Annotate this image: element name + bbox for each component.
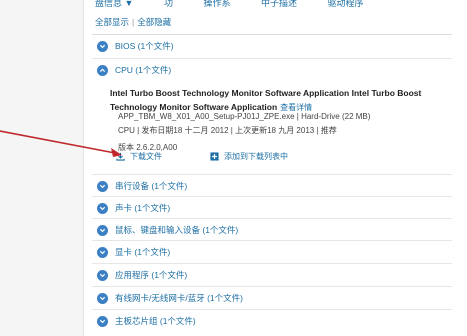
- add-to-download-list-button[interactable]: 添加到下载列表中: [210, 151, 288, 162]
- download-icon: [116, 152, 125, 161]
- category-row-network[interactable]: 有线网卡/无线网卡/蓝牙 (1个文件): [92, 286, 452, 309]
- plus-box-icon: [210, 152, 219, 161]
- file-title: Intel Turbo Boost Technology Monitor Sof…: [110, 86, 435, 115]
- show-all-link[interactable]: 全部显示: [95, 17, 129, 27]
- chevron-down-icon[interactable]: [97, 180, 108, 192]
- category-label[interactable]: 声卡 (1个文件): [115, 202, 170, 214]
- category-row-chipset[interactable]: 主板芯片组 (1个文件): [92, 309, 452, 332]
- driver-list-panel: 盘信息 ▼ 功 操作系 中子描述 驱动程序 全部显示 | 全部隐藏 BIOS (1个…: [83, 0, 456, 336]
- header-link[interactable]: 中子描述: [261, 0, 297, 8]
- chevron-down-icon[interactable]: [97, 315, 108, 327]
- view-details-link[interactable]: 查看详情: [280, 103, 312, 112]
- category-row-applications[interactable]: 应用程序 (1个文件): [92, 263, 452, 286]
- separator: |: [132, 17, 135, 27]
- category-label[interactable]: CPU (1个文件): [115, 64, 171, 76]
- chevron-down-icon[interactable]: [97, 246, 108, 258]
- page-left-margin: [0, 0, 83, 336]
- expand-controls: 全部显示 | 全部隐藏: [95, 16, 171, 28]
- chevron-down-icon[interactable]: [97, 202, 108, 214]
- category-row-bios[interactable]: BIOS (1个文件): [92, 34, 452, 57]
- file-name-line: APP_TBM_W8_X01_A00_Setup-PJ01J_ZPE.exe |…: [118, 112, 371, 121]
- category-label[interactable]: BIOS (1个文件): [115, 40, 174, 52]
- file-info-line: CPU | 发布日期18 十二月 2012 | 上次更新18 九月 2013 |…: [118, 126, 337, 135]
- clipped-header-links: 盘信息 ▼ 功 操作系 中子描述 驱动程序: [95, 0, 392, 8]
- category-label[interactable]: 主板芯片组 (1个文件): [115, 315, 196, 327]
- chevron-down-icon[interactable]: [97, 224, 108, 236]
- chevron-down-icon[interactable]: [97, 40, 108, 52]
- category-label[interactable]: 有线网卡/无线网卡/蓝牙 (1个文件): [115, 292, 243, 304]
- category-row-sound[interactable]: 声卡 (1个文件): [92, 196, 452, 219]
- category-label[interactable]: 应用程序 (1个文件): [115, 269, 187, 281]
- category-label[interactable]: 串行设备 (1个文件): [115, 180, 187, 192]
- hide-all-link[interactable]: 全部隐藏: [137, 17, 171, 27]
- chevron-up-icon[interactable]: [97, 64, 108, 76]
- category-label[interactable]: 鼠标、键盘和输入设备 (1个文件): [115, 224, 238, 236]
- header-link[interactable]: 功: [164, 0, 173, 8]
- header-link[interactable]: 盘信息 ▼: [95, 0, 133, 8]
- add-to-download-list-label[interactable]: 添加到下载列表中: [224, 151, 288, 162]
- chevron-down-icon[interactable]: [97, 269, 108, 281]
- download-file-label[interactable]: 下载文件: [130, 151, 162, 162]
- category-label[interactable]: 显卡 (1个文件): [115, 246, 170, 258]
- category-row-input-devices[interactable]: 鼠标、键盘和输入设备 (1个文件): [92, 218, 452, 241]
- download-file-button[interactable]: 下载文件: [116, 151, 162, 162]
- chevron-down-icon[interactable]: [97, 292, 108, 304]
- category-row-video[interactable]: 显卡 (1个文件): [92, 240, 452, 263]
- file-title-text: Intel Turbo Boost Technology Monitor Sof…: [110, 88, 422, 112]
- header-link[interactable]: 驱动程序: [328, 0, 364, 8]
- category-row-serial[interactable]: 串行设备 (1个文件): [92, 174, 452, 197]
- category-row-cpu[interactable]: CPU (1个文件): [92, 58, 452, 81]
- header-link[interactable]: 操作系: [203, 0, 230, 8]
